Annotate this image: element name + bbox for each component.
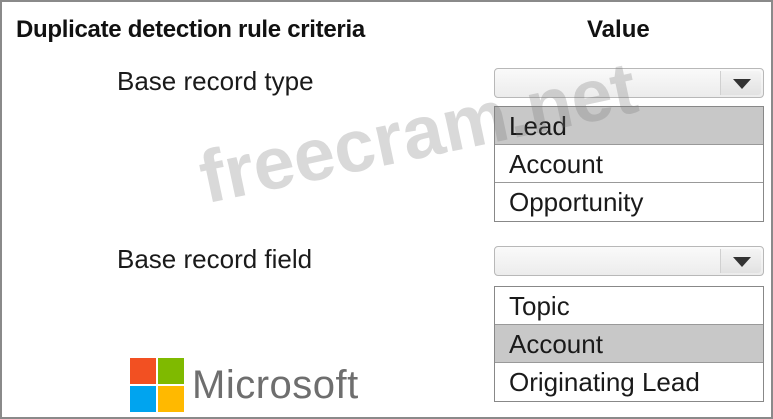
base-record-type-options: Lead Account Opportunity	[494, 106, 764, 222]
option-account[interactable]: Account	[495, 325, 763, 363]
microsoft-brand: Microsoft	[130, 358, 359, 412]
option-topic[interactable]: Topic	[495, 287, 763, 325]
criteria-column-header: Duplicate detection rule criteria	[16, 16, 365, 43]
base-record-field-options: Topic Account Originating Lead	[494, 286, 764, 402]
brand-name: Microsoft	[192, 362, 359, 407]
chevron-down-icon	[733, 79, 751, 89]
value-column-header: Value	[587, 16, 650, 43]
option-account[interactable]: Account	[495, 145, 763, 183]
option-lead[interactable]: Lead	[495, 107, 763, 145]
chevron-down-icon	[733, 257, 751, 267]
base-record-type-label: Base record type	[117, 66, 314, 96]
dropdown-toggle[interactable]	[720, 71, 761, 95]
base-record-field-label: Base record field	[117, 244, 313, 274]
base-record-type-dropdown[interactable]	[494, 68, 764, 98]
question-panel: Duplicate detection rule criteria Value …	[0, 0, 773, 419]
microsoft-logo-icon	[130, 358, 184, 412]
base-record-field-dropdown[interactable]	[494, 246, 764, 276]
option-originating-lead[interactable]: Originating Lead	[495, 363, 763, 401]
option-opportunity[interactable]: Opportunity	[495, 183, 763, 221]
dropdown-toggle[interactable]	[720, 249, 761, 273]
